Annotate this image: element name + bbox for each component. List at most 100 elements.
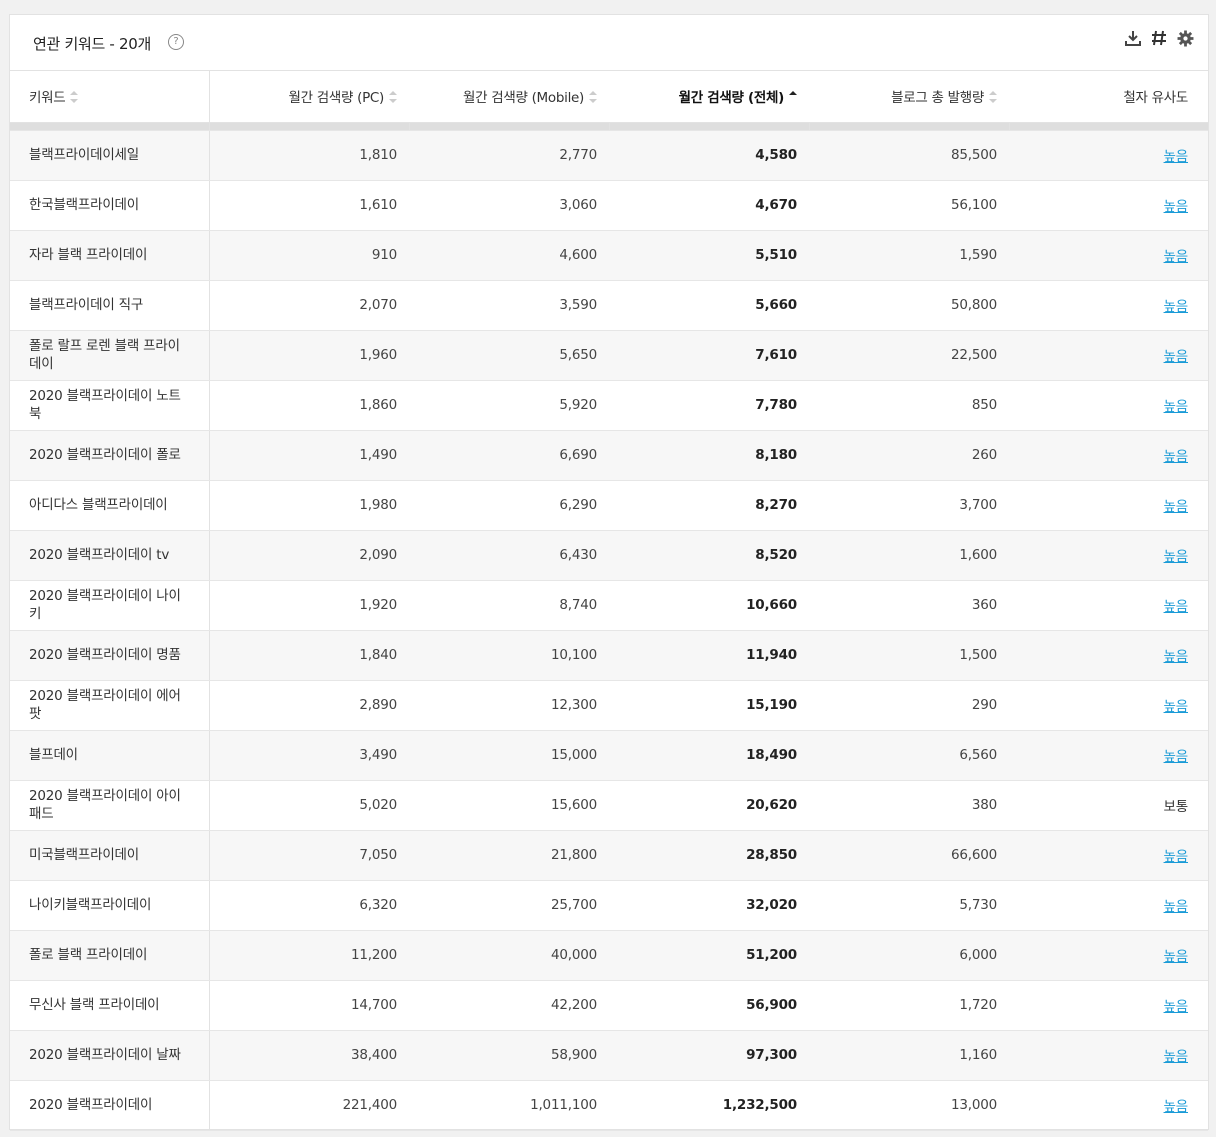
keyword-cell[interactable]: 블프데이 bbox=[10, 730, 210, 781]
total-volume-cell: 11,940 bbox=[609, 630, 809, 681]
help-icon[interactable]: ? bbox=[168, 34, 184, 50]
blog-count-cell: 56,100 bbox=[809, 180, 1009, 231]
keyword-cell[interactable]: 폴로 랄프 로렌 블랙 프라이데이 bbox=[10, 330, 210, 381]
pc-volume-cell: 2,070 bbox=[209, 280, 409, 331]
keyword-cell[interactable]: 2020 블랙프라이데이 폴로 bbox=[10, 430, 210, 481]
sort-icon[interactable] bbox=[989, 91, 997, 104]
keyword-cell[interactable]: 2020 블랙프라이데이 tv bbox=[10, 530, 210, 581]
similarity-cell[interactable]: 높음 bbox=[1009, 230, 1208, 281]
similarity-cell[interactable]: 높음 bbox=[1009, 830, 1208, 881]
blog-count-cell: 290 bbox=[809, 680, 1009, 731]
table-row: 아디다스 블랙프라이데이 1,980 6,290 8,270 3,700 높음 bbox=[10, 480, 1208, 531]
keyword-cell[interactable]: 2020 블랙프라이데이 노트북 bbox=[10, 380, 210, 431]
similarity-cell[interactable]: 높음 bbox=[1009, 130, 1208, 181]
similarity-cell[interactable]: 높음 bbox=[1009, 280, 1208, 331]
keyword-cell[interactable]: 자라 블랙 프라이데이 bbox=[10, 230, 210, 281]
blog-count-cell: 380 bbox=[809, 780, 1009, 831]
similarity-cell[interactable]: 높음 bbox=[1009, 930, 1208, 981]
total-volume-cell: 97,300 bbox=[609, 1030, 809, 1081]
mobile-volume-cell: 58,900 bbox=[409, 1030, 609, 1081]
download-icon[interactable] bbox=[1124, 29, 1142, 47]
blog-count-cell: 1,720 bbox=[809, 980, 1009, 1031]
table-row: 2020 블랙프라이데이 나이키 1,920 8,740 10,660 360 높음 bbox=[10, 580, 1208, 631]
keyword-cell[interactable]: 무신사 블랙 프라이데이 bbox=[10, 980, 210, 1031]
mobile-volume-cell: 40,000 bbox=[409, 930, 609, 981]
sort-icon[interactable] bbox=[589, 91, 597, 104]
pc-volume-cell: 1,810 bbox=[209, 130, 409, 181]
keyword-cell[interactable]: 2020 블랙프라이데이 에어팟 bbox=[10, 680, 210, 731]
similarity-cell[interactable]: 높음 bbox=[1009, 1080, 1208, 1131]
table-row: 폴로 블랙 프라이데이 11,200 40,000 51,200 6,000 높음 bbox=[10, 930, 1208, 981]
similarity-cell[interactable]: 높음 bbox=[1009, 880, 1208, 931]
related-keywords-panel: 연관 키워드 - 20개 ? 키워드 월간 검색량 (PC) 월간 검색량 (M… bbox=[9, 14, 1209, 1131]
total-volume-cell: 28,850 bbox=[609, 830, 809, 881]
pc-volume-cell: 1,980 bbox=[209, 480, 409, 531]
mobile-volume-cell: 42,200 bbox=[409, 980, 609, 1031]
keyword-cell[interactable]: 2020 블랙프라이데이 날짜 bbox=[10, 1030, 210, 1081]
similarity-cell[interactable]: 높음 bbox=[1009, 330, 1208, 381]
col-total-header[interactable]: 월간 검색량 (전체) bbox=[609, 71, 809, 123]
header-row: 키워드 월간 검색량 (PC) 월간 검색량 (Mobile) 월간 검색량 (… bbox=[10, 71, 1208, 123]
header-divider bbox=[10, 122, 1208, 131]
mobile-volume-cell: 6,430 bbox=[409, 530, 609, 581]
toolbar bbox=[1124, 29, 1194, 47]
sort-icon[interactable] bbox=[70, 91, 79, 104]
blog-count-cell: 1,590 bbox=[809, 230, 1009, 281]
similarity-cell[interactable]: 높음 bbox=[1009, 430, 1208, 481]
mobile-volume-cell: 6,290 bbox=[409, 480, 609, 531]
hash-icon[interactable] bbox=[1150, 29, 1168, 47]
mobile-volume-cell: 3,060 bbox=[409, 180, 609, 231]
table-row: 2020 블랙프라이데이 221,400 1,011,100 1,232,500 13,… bbox=[10, 1080, 1208, 1131]
similarity-cell[interactable]: 높음 bbox=[1009, 630, 1208, 681]
total-volume-cell: 18,490 bbox=[609, 730, 809, 781]
pc-volume-cell: 6,320 bbox=[209, 880, 409, 931]
keyword-cell[interactable]: 2020 블랙프라이데이 bbox=[10, 1080, 210, 1131]
gear-icon[interactable] bbox=[1176, 29, 1194, 47]
mobile-volume-cell: 15,000 bbox=[409, 730, 609, 781]
sort-icon[interactable] bbox=[389, 91, 397, 104]
similarity-cell[interactable]: 높음 bbox=[1009, 730, 1208, 781]
similarity-cell[interactable]: 높음 bbox=[1009, 180, 1208, 231]
total-volume-cell: 8,180 bbox=[609, 430, 809, 481]
total-volume-cell: 1,232,500 bbox=[609, 1080, 809, 1131]
keyword-cell[interactable]: 2020 블랙프라이데이 나이키 bbox=[10, 580, 210, 631]
similarity-cell[interactable]: 높음 bbox=[1009, 480, 1208, 531]
pc-volume-cell: 1,490 bbox=[209, 430, 409, 481]
keyword-cell[interactable]: 블랙프라이데이 직구 bbox=[10, 280, 210, 331]
mobile-volume-cell: 4,600 bbox=[409, 230, 609, 281]
table-row: 블랙프라이데이세일 1,810 2,770 4,580 85,500 높음 bbox=[10, 130, 1208, 181]
total-volume-cell: 20,620 bbox=[609, 780, 809, 831]
blog-count-cell: 850 bbox=[809, 380, 1009, 431]
keyword-cell[interactable]: 미국블랙프라이데이 bbox=[10, 830, 210, 881]
pc-volume-cell: 1,960 bbox=[209, 330, 409, 381]
col-pc-header[interactable]: 월간 검색량 (PC) bbox=[209, 71, 409, 123]
similarity-cell[interactable]: 높음 bbox=[1009, 530, 1208, 581]
similarity-cell[interactable]: 높음 bbox=[1009, 580, 1208, 631]
keyword-cell[interactable]: 2020 블랙프라이데이 명품 bbox=[10, 630, 210, 681]
total-volume-cell: 51,200 bbox=[609, 930, 809, 981]
keyword-cell[interactable]: 한국블랙프라이데이 bbox=[10, 180, 210, 231]
col-keyword-header[interactable]: 키워드 bbox=[10, 71, 210, 123]
similarity-cell[interactable]: 높음 bbox=[1009, 380, 1208, 431]
similarity-cell[interactable]: 높음 bbox=[1009, 680, 1208, 731]
col-blog-header[interactable]: 블로그 총 발행량 bbox=[809, 71, 1009, 123]
col-mobile-header[interactable]: 월간 검색량 (Mobile) bbox=[409, 71, 609, 123]
keyword-cell[interactable]: 2020 블랙프라이데이 아이패드 bbox=[10, 780, 210, 831]
keyword-cell[interactable]: 아디다스 블랙프라이데이 bbox=[10, 480, 210, 531]
blog-count-cell: 260 bbox=[809, 430, 1009, 481]
sort-asc-icon[interactable] bbox=[789, 91, 797, 104]
table-row: 미국블랙프라이데이 7,050 21,800 28,850 66,600 높음 bbox=[10, 830, 1208, 881]
total-volume-cell: 8,270 bbox=[609, 480, 809, 531]
total-volume-cell: 4,580 bbox=[609, 130, 809, 181]
mobile-volume-cell: 5,650 bbox=[409, 330, 609, 381]
keyword-cell[interactable]: 폴로 블랙 프라이데이 bbox=[10, 930, 210, 981]
blog-count-cell: 66,600 bbox=[809, 830, 1009, 881]
total-volume-cell: 15,190 bbox=[609, 680, 809, 731]
keyword-cell[interactable]: 나이키블랙프라이데이 bbox=[10, 880, 210, 931]
blog-count-cell: 22,500 bbox=[809, 330, 1009, 381]
table-row: 블랙프라이데이 직구 2,070 3,590 5,660 50,800 높음 bbox=[10, 280, 1208, 331]
similarity-cell[interactable]: 높음 bbox=[1009, 1030, 1208, 1081]
keyword-cell[interactable]: 블랙프라이데이세일 bbox=[10, 130, 210, 181]
similarity-cell[interactable]: 높음 bbox=[1009, 980, 1208, 1031]
total-volume-cell: 7,610 bbox=[609, 330, 809, 381]
